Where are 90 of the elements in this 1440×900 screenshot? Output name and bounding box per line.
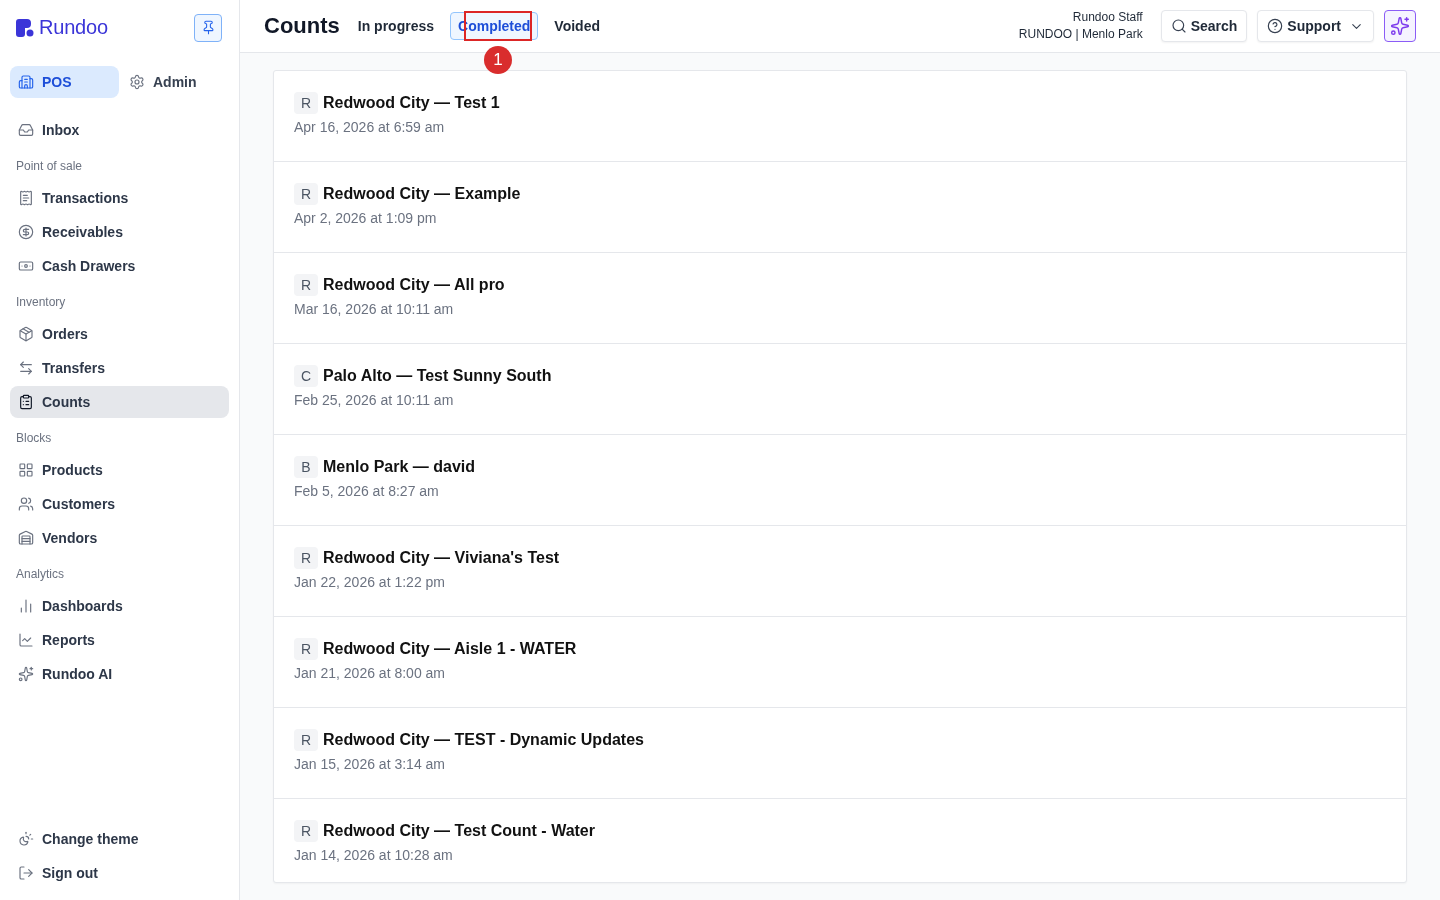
support-button[interactable]: Support (1257, 10, 1374, 42)
logout-icon (18, 865, 34, 881)
tab[interactable]: Voided (546, 12, 608, 40)
count-title: Palo Alto — Test Sunny South (323, 367, 552, 385)
count-date: Jan 14, 2026 at 10:28 am (294, 847, 454, 863)
brand-logo-icon (16, 18, 34, 37)
sparkles-icon (1390, 16, 1410, 36)
inbox-icon (18, 122, 34, 138)
location-initial: R (294, 274, 318, 296)
section-heading: Blocks (15, 430, 53, 447)
count-date: Apr 2, 2026 at 1:09 pm (294, 210, 438, 226)
sidebar-item[interactable]: Rundoo AI (10, 658, 229, 690)
line-chart-icon (18, 632, 34, 648)
count-date: Jan 15, 2026 at 3:14 am (294, 756, 446, 772)
mode-tab[interactable]: Admin (121, 66, 229, 98)
count-row[interactable]: R Redwood City — Example Apr 2, 2026 at 1:09 pm (274, 162, 1406, 253)
sidebar-item[interactable]: Vendors (10, 522, 229, 554)
arrows-icon (18, 360, 34, 376)
grid-icon (18, 462, 34, 478)
count-row[interactable]: B Menlo Park — david Feb 5, 2026 at 8:27 am (274, 435, 1406, 526)
sidebar-item[interactable]: Orders (10, 318, 229, 350)
count-date: Feb 25, 2026 at 10:11 am (294, 392, 455, 408)
count-title: Menlo Park — david (323, 458, 476, 476)
package-icon (18, 326, 34, 342)
help-icon (1267, 18, 1284, 34)
store-name: RUNDOO | Menlo Park (1018, 26, 1143, 43)
count-row[interactable]: R Redwood City — Viviana's Test Jan 22, 2026 at 1:22 pm (274, 526, 1406, 617)
brand-name: Rundoo (39, 16, 108, 39)
tab[interactable]: In progress (349, 12, 442, 40)
count-title: Redwood City — Test Count - Water (323, 822, 595, 840)
count-row[interactable]: C Palo Alto — Test Sunny South Feb 25, 2026 at 10:11 am (274, 344, 1406, 435)
count-title: Redwood City — All pro (323, 276, 505, 294)
pin-icon (200, 20, 216, 35)
count-date: Feb 5, 2026 at 8:27 am (294, 483, 440, 499)
search-button[interactable]: Search (1160, 10, 1248, 42)
count-date: Jan 22, 2026 at 1:22 pm (294, 574, 446, 590)
sidebar-item[interactable]: Transfers (10, 352, 229, 384)
banknote-icon (18, 258, 34, 274)
count-title: Redwood City — Viviana's Test (323, 549, 560, 567)
count-date: Apr 16, 2026 at 6:59 am (294, 119, 446, 135)
sidebar-item[interactable]: Change theme (10, 823, 229, 855)
building-icon (18, 74, 34, 90)
sidebar-item[interactable]: Reports (10, 624, 229, 656)
search-icon (1170, 18, 1187, 34)
count-title: Redwood City — Test 1 (323, 94, 500, 112)
sidebar-item[interactable]: Cash Drawers (10, 250, 229, 282)
sidebar-item[interactable]: Dashboards (10, 590, 229, 622)
sidebar-item[interactable]: Products (10, 454, 229, 486)
settings-icon (129, 74, 145, 90)
location-initial: R (294, 92, 318, 114)
count-title: Redwood City — Aisle 1 - WATER (323, 640, 577, 658)
sidebar-item[interactable]: Transactions (10, 182, 229, 214)
step-marker: 1 (484, 46, 512, 74)
count-row[interactable]: R Redwood City — TEST - Dynamic Updates Jan 15, 2026 at 3:14 am (274, 708, 1406, 799)
count-row[interactable]: R Redwood City — All pro Mar 16, 2026 at 10:11 am (274, 253, 1406, 344)
sidebar-item[interactable]: Inbox (10, 114, 229, 146)
location-initial: R (294, 183, 318, 205)
page-title: Counts (264, 13, 340, 39)
section-heading: Inventory (15, 294, 67, 311)
count-date: Jan 21, 2026 at 8:00 am (294, 665, 446, 681)
users-icon (18, 496, 34, 512)
pin-button[interactable] (194, 13, 222, 42)
ai-assistant-button[interactable] (1384, 10, 1416, 42)
warehouse-icon (18, 530, 34, 546)
bar-chart-icon (18, 598, 34, 614)
count-row[interactable]: R Redwood City — Aisle 1 - WATER Jan 21, 2026 at 8:00 am (274, 617, 1406, 708)
sidebar-item[interactable]: Counts (10, 386, 229, 418)
count-date: Mar 16, 2026 at 10:11 am (294, 301, 455, 317)
location-initial: C (294, 365, 318, 387)
mode-tab[interactable]: POS (10, 66, 119, 98)
count-row[interactable]: R Redwood City — Test Count - Water Jan 14, 2026 at 10:28 am (274, 799, 1406, 882)
count-title: Redwood City — Example (323, 185, 521, 203)
section-heading: Analytics (15, 566, 66, 583)
location-initial: R (294, 820, 318, 842)
count-title: Redwood City — TEST - Dynamic Updates (323, 731, 644, 749)
sparkles-icon (18, 666, 34, 682)
receipt-icon (18, 190, 34, 206)
section-heading: Point of sale (15, 158, 84, 175)
dollar-circle-icon (18, 224, 34, 240)
clipboard-icon (18, 394, 34, 410)
sidebar-item[interactable]: Customers (10, 488, 229, 520)
location-initial: B (294, 456, 318, 478)
user-name: Rundoo Staff (1072, 9, 1143, 26)
location-initial: R (294, 547, 318, 569)
location-initial: R (294, 729, 318, 751)
location-initial: R (294, 638, 318, 660)
sun-moon-icon (18, 831, 34, 847)
sidebar-item[interactable]: Receivables (10, 216, 229, 248)
count-row[interactable]: R Redwood City — Test 1 Apr 16, 2026 at 6:59 am (274, 71, 1406, 162)
sidebar-item[interactable]: Sign out (10, 857, 229, 889)
